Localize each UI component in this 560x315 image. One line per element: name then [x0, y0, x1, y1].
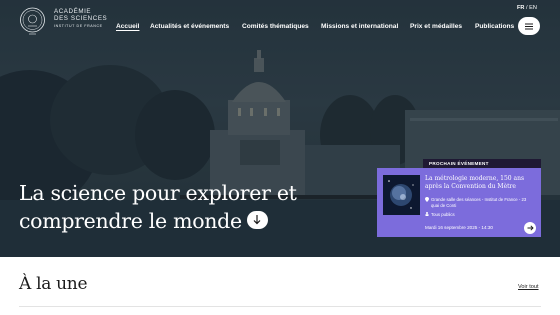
event-audience: Tous publics [425, 212, 455, 218]
site-header: ACADÉMIE DES SCIENCES INSTITUT DE FRANCE… [0, 0, 560, 52]
event-location: Grande salle des séances - Institut de F… [425, 197, 535, 209]
event-tab-label: PROCHAIN ÉVÉNEMENT [423, 159, 541, 168]
lang-fr[interactable]: FR [517, 5, 524, 11]
academie-seal-icon[interactable] [19, 4, 46, 40]
language-switcher: FR / EN [517, 5, 537, 11]
section-divider [19, 306, 541, 307]
event-title[interactable]: La métrologie moderne, 150 ans après la … [425, 175, 537, 191]
scroll-down-button[interactable] [246, 210, 268, 229]
hero-headline-line-2: comprendre le monde [19, 209, 242, 233]
lang-separator: / [526, 5, 528, 11]
section-title: À la une [19, 274, 88, 294]
event-date: Mardi 16 septembre 2025 - 14:30 [425, 225, 493, 230]
nav-item-comites[interactable]: Comités thématiques [242, 23, 309, 30]
lang-en[interactable]: EN [529, 5, 537, 11]
nav-item-publications[interactable]: Publications [475, 23, 514, 30]
nav-item-prix[interactable]: Prix et médailles [410, 23, 462, 30]
event-open-button[interactable] [524, 222, 536, 234]
brand-line-1: ACADÉMIE [54, 8, 92, 15]
nav-item-actualites[interactable]: Actualités et événements [150, 23, 229, 30]
event-card[interactable]: La métrologie moderne, 150 ans après la … [377, 168, 541, 237]
hero-headline-line-1: La science pour explorer et [19, 181, 297, 205]
brand-line-3: INSTITUT DE FRANCE [54, 24, 103, 29]
event-thumbnail [383, 175, 420, 215]
brand-line-2: DES SCIENCES [54, 15, 108, 23]
arrow-down-icon [253, 214, 261, 224]
menu-button[interactable] [518, 17, 540, 35]
nav-item-missions[interactable]: Missions et international [321, 23, 398, 30]
event-location-text: Grande salle des séances - Institut de F… [431, 197, 527, 208]
arrow-right-icon [527, 225, 534, 231]
voir-tout-link[interactable]: Voir tout [518, 284, 539, 290]
event-audience-text: Tous publics [431, 212, 455, 217]
nav-item-accueil[interactable]: Accueil [116, 23, 139, 30]
hero-headline: La science pour explorer et comprendre l… [19, 179, 319, 235]
hamburger-icon [525, 23, 533, 29]
brand-name[interactable]: ACADÉMIE DES SCIENCES INSTITUT DE FRANCE [54, 8, 107, 28]
